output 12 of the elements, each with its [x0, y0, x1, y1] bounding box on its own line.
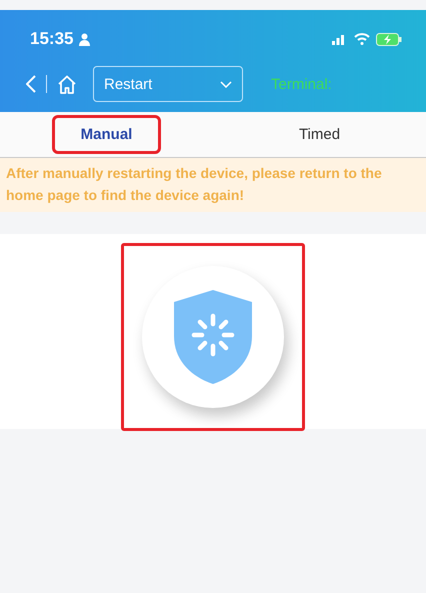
- battery-charging-icon: [376, 32, 402, 46]
- back-icon[interactable]: [26, 75, 36, 93]
- terminal-label: Terminal:: [271, 76, 332, 92]
- chevron-down-icon: [220, 80, 232, 88]
- wifi-icon: [354, 33, 370, 45]
- status-time: 15:35: [30, 29, 74, 49]
- tab[interactable]: Timed: [272, 118, 366, 151]
- shield-spinner-icon: [172, 288, 254, 386]
- person-icon: [79, 32, 90, 46]
- restart-notice: After manually restarting the device, please return to the home page to find the device again!: [0, 158, 426, 212]
- tab[interactable]: Manual: [54, 118, 158, 151]
- home-icon[interactable]: [57, 74, 77, 94]
